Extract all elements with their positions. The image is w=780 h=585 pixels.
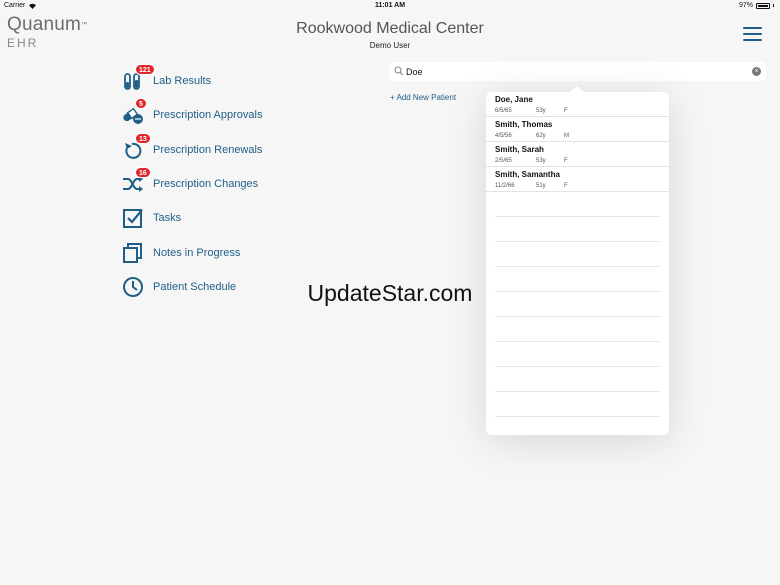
add-new-patient-link[interactable]: + Add New Patient xyxy=(390,93,456,102)
popover-arrow xyxy=(570,86,584,92)
patient-result-row[interactable]: Doe, Jane 6/5/65 53y F xyxy=(486,92,669,117)
renew-icon: 13 xyxy=(122,132,151,161)
nav-item-prescription-renewals[interactable]: 13 Prescription Renewals xyxy=(122,132,263,167)
pills-icon: 5 xyxy=(122,98,147,126)
lab-results-badge: 121 xyxy=(135,64,155,76)
nav-item-label: Prescription Renewals xyxy=(153,143,263,156)
watermark-text: UpdateStar.com xyxy=(307,280,473,306)
empty-result-row xyxy=(495,242,660,267)
search-input[interactable] xyxy=(406,64,736,79)
test-tubes-icon: 121 xyxy=(122,64,155,92)
clear-search-icon[interactable]: × xyxy=(752,67,761,76)
patient-sex: F xyxy=(564,183,568,189)
empty-result-row xyxy=(495,342,660,367)
nav-item-label: Lab Results xyxy=(153,75,212,88)
prescription-changes-badge: 16 xyxy=(135,167,151,179)
empty-result-row xyxy=(495,192,660,217)
patient-name: Smith, Sarah xyxy=(495,145,544,154)
patient-dob: 6/5/65 xyxy=(495,108,512,114)
patient-dob: 2/5/65 xyxy=(495,158,512,164)
patient-search: × xyxy=(389,62,766,81)
patient-dob: 4/5/56 xyxy=(495,133,512,139)
patient-age: 53y xyxy=(536,108,546,114)
patient-sex: F xyxy=(564,158,568,164)
nav-item-notes-in-progress[interactable]: Notes in Progress xyxy=(122,235,262,269)
patient-sex: F xyxy=(564,108,568,114)
notes-icon xyxy=(122,242,144,264)
search-icon xyxy=(394,66,404,76)
battery-level xyxy=(758,4,768,7)
checkbox-icon xyxy=(122,207,144,229)
status-time: 11:01 AM xyxy=(374,2,406,9)
patient-name: Doe, Jane xyxy=(495,95,533,104)
hamburger-menu-icon[interactable] xyxy=(743,27,762,41)
empty-result-row xyxy=(495,317,660,342)
nav-item-label: Notes in Progress xyxy=(153,246,241,259)
empty-result-row xyxy=(495,392,660,417)
patient-dob: 11/2/66 xyxy=(495,183,515,189)
prescription-approvals-badge: 5 xyxy=(135,98,147,110)
prescription-renewals-badge: 13 xyxy=(135,132,151,144)
patient-result-row[interactable]: Smith, Samantha 11/2/66 51y F xyxy=(486,167,669,192)
empty-result-row xyxy=(495,367,660,392)
patient-name: Smith, Thomas xyxy=(495,120,553,129)
battery-percent: 97% xyxy=(738,2,753,9)
current-user: Demo User xyxy=(369,41,411,50)
search-results-popover: Doe, Jane 6/5/65 53y F Smith, Thomas 4/5… xyxy=(486,86,669,435)
patient-sex: M xyxy=(564,133,569,139)
status-bar: Carrier 11:01 AM 97% xyxy=(0,0,780,12)
battery-icon xyxy=(756,2,770,9)
patient-result-row[interactable]: Smith, Sarah 2/5/65 53y F xyxy=(486,142,669,167)
nav-item-prescription-approvals[interactable]: 5 Prescription Approvals xyxy=(122,98,262,132)
patient-age: 51y xyxy=(536,183,546,189)
shuffle-icon: 16 xyxy=(122,167,151,195)
page-title: Rookwood Medical Center xyxy=(296,20,484,37)
nav-item-prescription-changes[interactable]: 16 Prescription Changes xyxy=(122,167,262,201)
main-nav: 121 Lab Results 5 Prescription Approvals… xyxy=(122,64,262,304)
nav-item-lab-results[interactable]: 121 Lab Results xyxy=(122,64,262,98)
patient-name: Smith, Samantha xyxy=(495,170,560,179)
nav-item-label: Prescription Approvals xyxy=(153,109,263,122)
patient-age: 53y xyxy=(536,158,546,164)
nav-item-label: Prescription Changes xyxy=(153,178,259,191)
patient-age: 62y xyxy=(536,133,546,139)
nav-item-tasks[interactable]: Tasks xyxy=(122,201,262,235)
patient-result-row[interactable]: Smith, Thomas 4/5/56 62y M xyxy=(486,117,669,142)
empty-result-row xyxy=(495,217,660,242)
nav-item-label: Tasks xyxy=(153,212,182,225)
